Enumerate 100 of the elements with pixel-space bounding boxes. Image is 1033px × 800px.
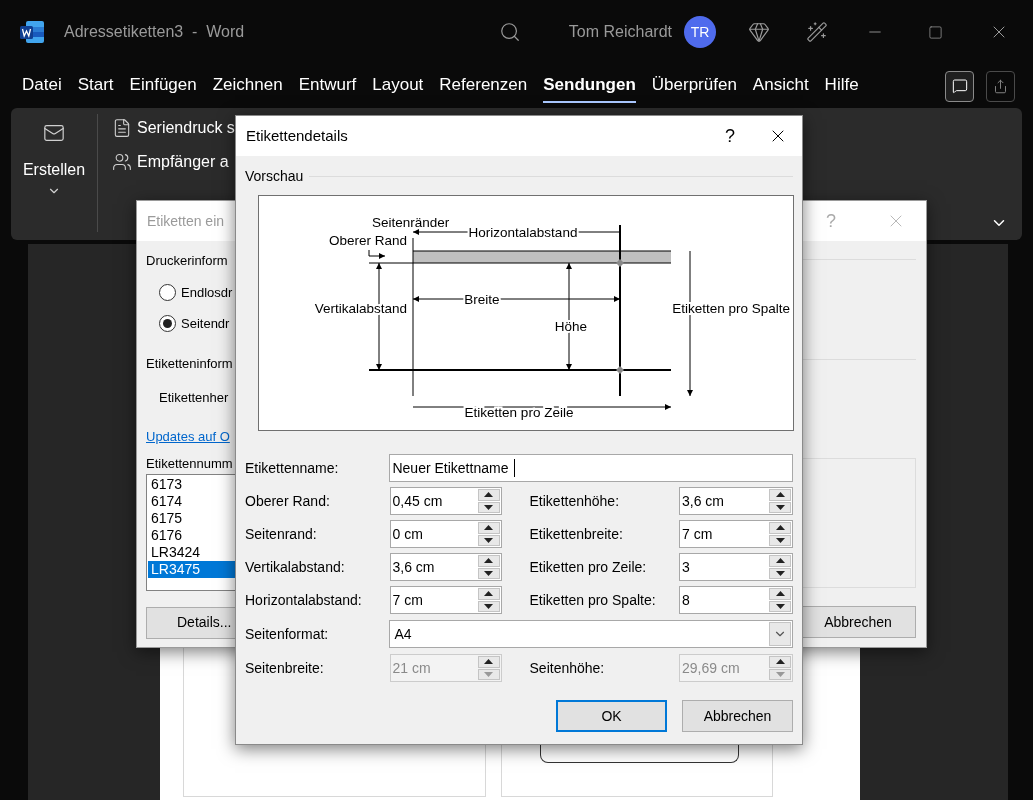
diagram-label: Horizontalabstand xyxy=(468,225,578,240)
field-label: Horizontalabstand: xyxy=(245,591,362,608)
text-cursor xyxy=(514,459,516,477)
up-triangle-icon xyxy=(484,492,493,498)
value-input[interactable]: 7 cm xyxy=(680,521,768,547)
comment-button[interactable] xyxy=(945,70,974,102)
user-name: Tom Reichardt xyxy=(568,22,672,42)
dialog-title: Etiketten ein xyxy=(147,211,225,231)
field-label: Etikettennumm xyxy=(146,455,233,473)
up-triangle-icon xyxy=(775,591,785,597)
spin-box[interactable]: 0 cm xyxy=(389,520,502,548)
spin-box[interactable]: 3 xyxy=(679,553,793,581)
spin-box[interactable]: 7 cm xyxy=(679,520,793,548)
value-input[interactable]: 0 cm xyxy=(390,521,477,547)
ribbon-tab[interactable]: Layout xyxy=(372,69,424,103)
cancel-button[interactable]: Abbrechen xyxy=(682,700,793,732)
text-input[interactable]: Neuer Etikettname xyxy=(392,457,515,479)
ribbon-command[interactable]: Empfänger a xyxy=(112,150,235,174)
diagram-label: Etiketten pro Zeile xyxy=(464,405,574,420)
ribbon-tab[interactable]: Start xyxy=(77,69,114,103)
spin-up-button[interactable] xyxy=(477,555,500,567)
value-input[interactable]: 3,6 cm xyxy=(680,488,768,514)
spin-up-button[interactable] xyxy=(769,489,791,501)
create-button[interactable]: Erstellen xyxy=(11,118,97,218)
diagram-label: Seitenränder xyxy=(372,215,450,230)
spin-up-button[interactable] xyxy=(769,522,791,534)
field-label: Seitenbreite: xyxy=(245,659,324,676)
ribbon-tab[interactable]: Entwurf xyxy=(298,69,357,103)
spin-box[interactable]: 3,6 cm xyxy=(679,487,793,515)
spin-down-button[interactable] xyxy=(769,534,791,546)
diagram-label: Höhe xyxy=(554,319,588,334)
radio-label[interactable]: Endlosdr xyxy=(181,282,233,302)
spin-box[interactable]: 8 xyxy=(679,586,793,614)
up-triangle-icon xyxy=(775,558,785,564)
spin-down-button[interactable] xyxy=(477,567,500,579)
down-triangle-icon xyxy=(484,570,493,576)
wand-icon[interactable] xyxy=(806,21,828,43)
field-label: Seitenrand: xyxy=(245,525,317,542)
spin-up-button[interactable] xyxy=(477,588,500,600)
spin-down-button[interactable] xyxy=(477,600,500,612)
ribbon-tab[interactable]: Einfügen xyxy=(129,69,197,103)
spin-box[interactable]: 3,6 cm xyxy=(389,553,502,581)
ok-button[interactable]: OK xyxy=(556,700,667,732)
spin-down-button[interactable] xyxy=(477,501,500,513)
up-triangle-icon xyxy=(484,659,493,665)
page-format-dropdown[interactable]: A4 xyxy=(389,620,793,648)
radio-label[interactable]: Seitendr xyxy=(181,314,230,334)
share-icon xyxy=(993,78,1008,94)
radio-button[interactable] xyxy=(159,315,176,333)
diamond-icon[interactable] xyxy=(748,21,770,43)
spin-down-button[interactable] xyxy=(477,534,500,546)
ribbon-tab[interactable]: Zeichnen xyxy=(212,69,283,103)
field-label: Etikettenbreite: xyxy=(529,525,623,542)
maximize-icon[interactable] xyxy=(928,24,943,40)
search-icon[interactable] xyxy=(498,21,521,43)
ribbon-tab[interactable]: Datei xyxy=(22,69,62,103)
ribbon-command[interactable]: Seriendruck s xyxy=(112,116,235,140)
updates-link[interactable]: Updates auf O xyxy=(146,426,230,446)
spin-down-button[interactable] xyxy=(769,600,791,612)
share-button[interactable] xyxy=(986,70,1015,102)
value-input[interactable]: 8 xyxy=(680,587,768,613)
ribbon-tab[interactable]: Ansicht xyxy=(752,69,809,103)
field-label: Etikettenher xyxy=(159,389,229,407)
section-heading: Vorschau xyxy=(245,167,304,186)
value-input[interactable]: 0,45 cm xyxy=(390,488,477,514)
ribbon-tab[interactable]: Referenzen xyxy=(439,69,528,103)
help-button[interactable]: ? xyxy=(710,122,750,150)
up-triangle-icon xyxy=(484,525,493,531)
speech-bubble-icon xyxy=(951,78,968,94)
spin-box[interactable]: 7 cm xyxy=(389,586,502,614)
window-title: Adressetiketten3 - Word xyxy=(64,22,245,42)
envelope-icon xyxy=(43,122,65,144)
ribbon-tab[interactable]: Hilfe xyxy=(824,69,859,103)
ribbon-tab[interactable]: Überprüfen xyxy=(651,69,737,103)
spin-down-button[interactable] xyxy=(769,501,791,513)
value-input[interactable]: 3 xyxy=(680,554,768,580)
field-label: Etiketten pro Spalte: xyxy=(529,591,656,608)
diagram-label: Breite xyxy=(464,292,500,307)
spin-up-button[interactable] xyxy=(769,555,791,567)
ribbon-tab[interactable]: Sendungen xyxy=(543,69,636,103)
field-label: Etikettenhöhe: xyxy=(529,492,620,509)
radio-button[interactable] xyxy=(159,283,176,301)
diagram-label: Etiketten pro Spalte xyxy=(672,301,790,316)
down-triangle-icon xyxy=(484,603,493,609)
down-triangle-icon xyxy=(775,603,785,609)
dialog-title: Etikettendetails xyxy=(246,125,348,146)
down-triangle-icon xyxy=(775,537,785,543)
spin-up-button[interactable] xyxy=(477,522,500,534)
spin-box[interactable]: 0,45 cm xyxy=(389,487,502,515)
user-avatar[interactable]: TR xyxy=(684,16,716,48)
spin-up-button[interactable] xyxy=(477,489,500,501)
down-triangle-icon xyxy=(484,537,493,543)
value-input[interactable]: 3,6 cm xyxy=(390,554,477,580)
dropdown-arrow-button[interactable] xyxy=(769,622,791,646)
spin-down-button[interactable] xyxy=(769,567,791,579)
cancel-button[interactable]: Abbrechen xyxy=(800,606,916,638)
value-input[interactable]: 7 cm xyxy=(390,587,477,613)
label-name-field[interactable]: Neuer Etikettname xyxy=(389,454,793,482)
spin-up-button[interactable] xyxy=(769,588,791,600)
people-icon xyxy=(112,152,132,172)
